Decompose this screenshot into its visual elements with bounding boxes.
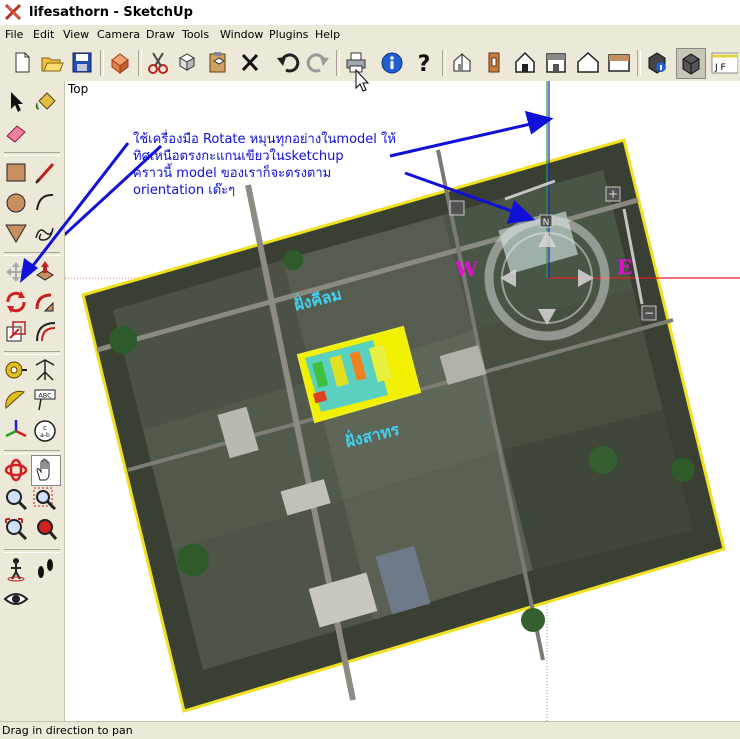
open-icon[interactable]	[38, 48, 66, 77]
zoom-extents-icon[interactable]	[2, 515, 30, 544]
iso-view-icon[interactable]	[448, 48, 476, 77]
compass-west-label: W	[455, 257, 478, 281]
svg-text:−: −	[644, 306, 654, 320]
rotate-icon[interactable]	[2, 287, 30, 316]
cut-icon[interactable]	[144, 48, 172, 77]
arc-icon[interactable]	[31, 188, 59, 217]
select-icon[interactable]	[2, 87, 30, 116]
protractor-icon[interactable]	[2, 386, 30, 415]
print-icon[interactable]	[342, 48, 370, 77]
annotation-line-4: orientation เด๊ะๆ	[133, 183, 236, 198]
annotation-line-1: ใช้เครื่องมือ Rotate หมุนทุกอย่างในmodel…	[133, 132, 396, 147]
redo-icon[interactable]	[304, 48, 332, 77]
zoom-window-icon[interactable]	[31, 485, 59, 514]
window-title: lifesathorn - SketchUp	[29, 5, 193, 20]
eraser-icon[interactable]	[2, 118, 30, 147]
push-pull-icon[interactable]	[31, 257, 59, 286]
follow-me-icon[interactable]	[31, 287, 59, 316]
help-icon[interactable]: ?	[410, 48, 438, 77]
menu-camera[interactable]: Camera	[97, 28, 140, 41]
xray-icon[interactable]	[643, 48, 671, 77]
hidden-line-icon[interactable]	[676, 48, 706, 79]
menu-draw[interactable]: Draw	[146, 28, 175, 41]
status-text: Drag in direction to pan	[2, 724, 133, 737]
copy-icon[interactable]	[174, 48, 202, 77]
3d-text-icon[interactable]: c a-b	[31, 416, 59, 445]
position-camera-icon[interactable]	[2, 554, 30, 583]
svg-text:?: ?	[418, 52, 431, 77]
menu-bar: File Edit View Camera Draw Tools Window …	[0, 25, 740, 45]
circle-icon[interactable]	[2, 188, 30, 217]
partial-toolbar-label: J F	[715, 63, 726, 73]
paste-icon[interactable]	[204, 48, 232, 77]
paint-bucket-icon[interactable]	[31, 87, 59, 116]
previous-view-icon[interactable]	[31, 515, 59, 544]
left-tool-palette: ABC c a-b	[0, 81, 65, 721]
make-component-icon[interactable]	[106, 48, 134, 77]
pan-icon[interactable]	[31, 455, 61, 486]
svg-text:N: N	[543, 218, 550, 228]
look-around-icon[interactable]	[2, 584, 30, 613]
compass-east-label: E	[617, 255, 633, 279]
erase-icon[interactable]	[236, 48, 264, 77]
scale-icon[interactable]	[2, 317, 30, 346]
rectangle-icon[interactable]	[2, 158, 30, 187]
svg-text:c: c	[43, 424, 47, 432]
right-view-icon[interactable]	[542, 48, 570, 77]
model-info-icon[interactable]	[378, 48, 406, 77]
dimension-icon[interactable]	[31, 356, 59, 385]
undo-icon[interactable]	[274, 48, 302, 77]
annotation-text: ใช้เครื่องมือ Rotate หมุนทุกอย่างในmodel…	[133, 131, 463, 199]
freehand-icon[interactable]	[31, 218, 59, 247]
left-view-icon[interactable]	[605, 48, 633, 77]
save-icon[interactable]	[68, 48, 96, 77]
text-icon[interactable]: ABC	[31, 386, 59, 415]
svg-text:ABC: ABC	[38, 392, 52, 400]
walk-icon[interactable]	[31, 554, 59, 583]
main-toolbar: ? J F	[0, 45, 740, 82]
title-bar: lifesathorn - SketchUp	[0, 0, 740, 26]
tape-measure-icon[interactable]	[2, 356, 30, 385]
menu-file[interactable]: File	[5, 28, 23, 41]
move-icon[interactable]	[2, 257, 30, 286]
menu-view[interactable]: View	[63, 28, 89, 41]
line-icon[interactable]	[31, 158, 59, 187]
offset-icon[interactable]	[31, 317, 59, 346]
menu-plugins[interactable]: Plugins	[269, 28, 308, 41]
sketchup-app-icon[interactable]	[4, 3, 22, 21]
svg-text:a-b: a-b	[40, 432, 50, 439]
menu-edit[interactable]: Edit	[33, 28, 54, 41]
menu-window[interactable]: Window	[220, 28, 263, 41]
partial-toolbar-button[interactable]: J F	[710, 48, 738, 77]
back-view-icon[interactable]	[574, 48, 602, 77]
svg-text:+: +	[608, 187, 618, 201]
annotation-line-3: คราวนี้ model ของเราก็จะตรงตาม	[133, 166, 332, 181]
menu-help[interactable]: Help	[315, 28, 340, 41]
annotation-line-2: ทิศเหนือตรงกะแกนเขียวในsketchup	[133, 149, 344, 164]
zoom-icon[interactable]	[2, 485, 30, 514]
polygon-icon[interactable]	[2, 218, 30, 247]
new-icon[interactable]	[8, 48, 36, 77]
orbit-icon[interactable]	[2, 455, 30, 484]
top-view-icon[interactable]	[480, 48, 508, 77]
axes-icon[interactable]	[2, 416, 30, 445]
status-bar: Drag in direction to pan	[0, 721, 740, 739]
front-view-icon[interactable]	[511, 48, 539, 77]
menu-tools[interactable]: Tools	[182, 28, 209, 41]
